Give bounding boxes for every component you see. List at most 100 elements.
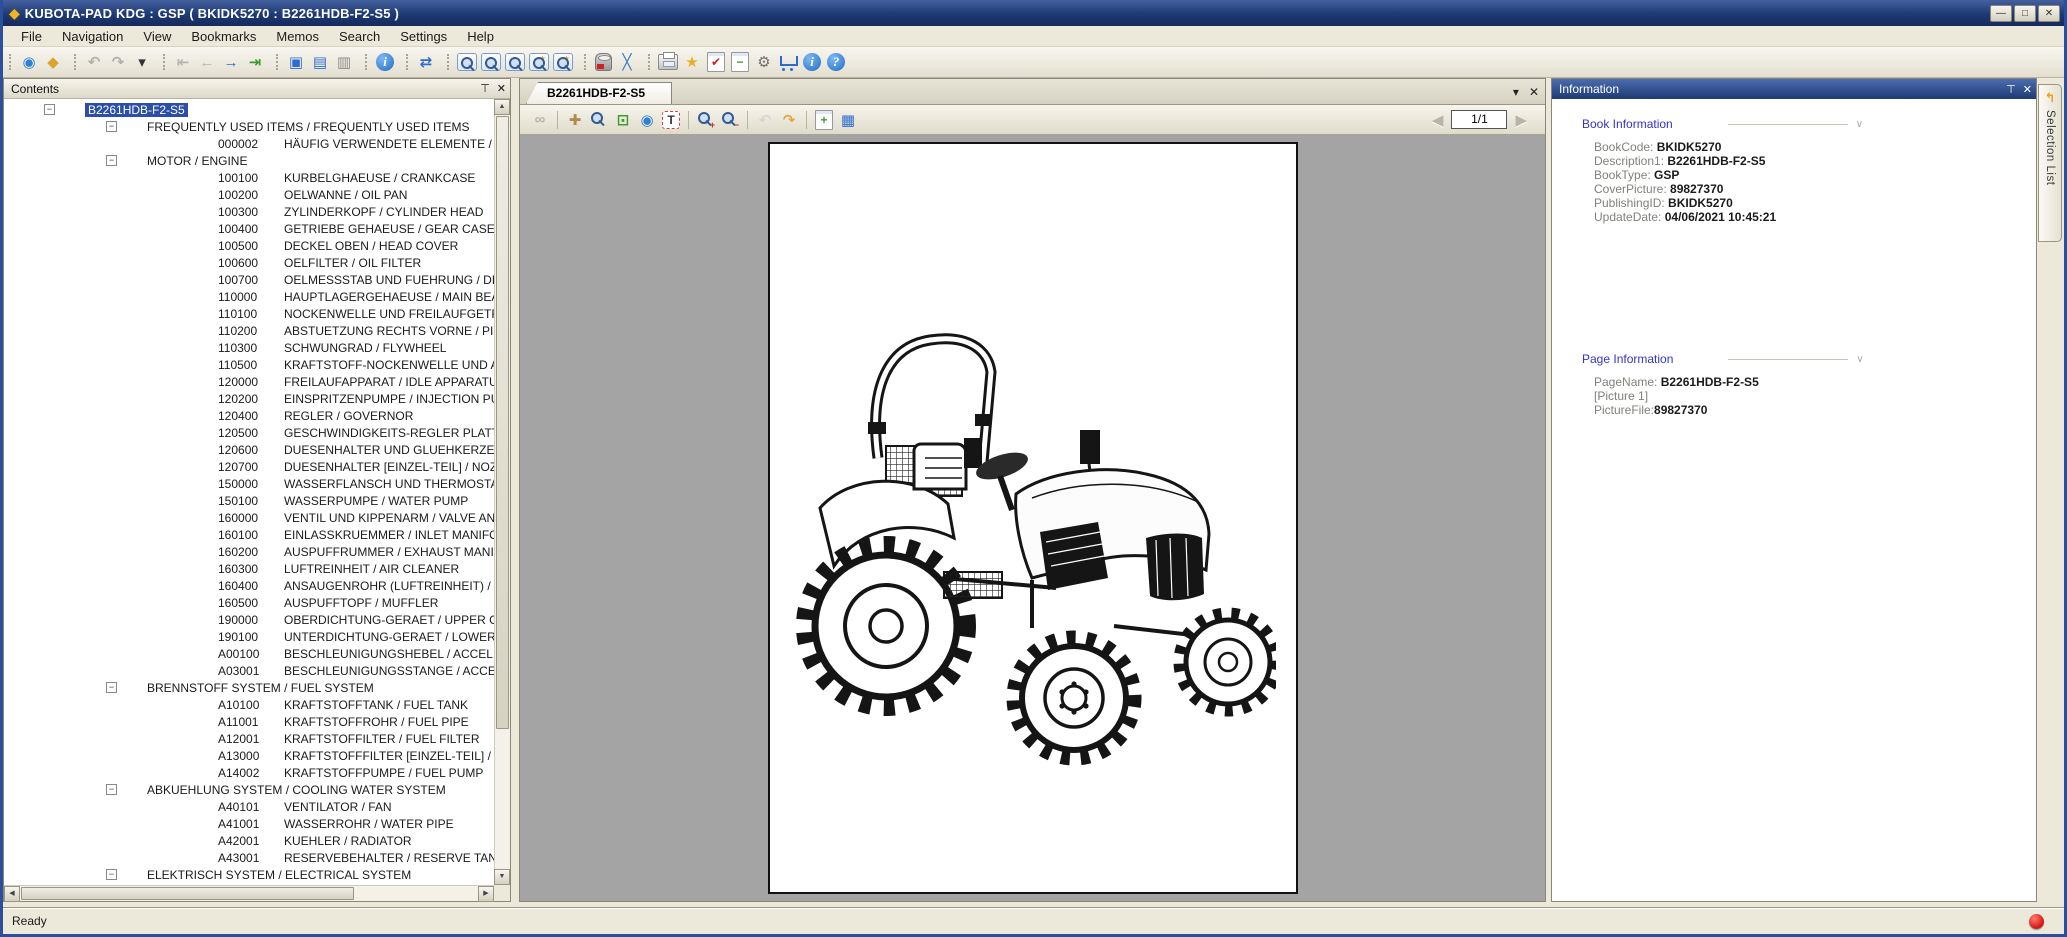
vertical-scrollbar[interactable]: ▲ ▼ [494,99,510,885]
menu-search[interactable]: Search [329,27,390,46]
last-page-icon[interactable]: ⇥ [244,51,266,73]
tree-item[interactable]: 160000VENTIL UND KIPPENARM / VALVE AND R… [4,509,494,526]
prev-page-icon[interactable]: ← [196,51,218,73]
tree-item[interactable]: −ELEKTRISCH SYSTEM / ELECTRICAL SYSTEM [4,866,494,883]
drawing-canvas[interactable] [520,135,1545,901]
minimize-button[interactable]: — [1990,5,2012,22]
tree-item[interactable]: 190100UNTERDICHTUNG-GERAET / LOWER GASKE… [4,628,494,645]
prev-page-arrow-icon[interactable]: ◀ [1432,111,1444,129]
tree-item[interactable]: 120000FREILAUFAPPARAT / IDLE APPARATUS [4,373,494,390]
maximize-button[interactable]: □ [2014,5,2036,22]
loupe-icon[interactable]: ◉ [636,109,658,131]
measure-icon[interactable]: ╳ [616,51,638,73]
search-figure-icon[interactable] [505,53,525,71]
text-select-icon[interactable]: T [662,111,680,129]
tree-item[interactable]: 120600DUESENHALTER UND GLUEHKERZE / NOZZ… [4,441,494,458]
tree-collapse-icon[interactable]: − [106,155,117,166]
next-page-arrow-icon[interactable]: ▶ [1515,111,1527,129]
menu-memos[interactable]: Memos [266,27,329,46]
help-icon[interactable]: ? [827,53,845,71]
pin-icon[interactable]: ⊤ [480,82,490,95]
chevron-down-icon[interactable]: ∨ [1856,354,1863,365]
switch-layout-icon[interactable]: ⇄ [415,51,437,73]
tree-item[interactable]: −MOTOR / ENGINE [4,152,494,169]
close-icon[interactable]: ✕ [2023,83,2032,96]
menu-settings[interactable]: Settings [390,27,457,46]
tab-close-icon[interactable]: ✕ [1529,85,1539,99]
print-icon[interactable] [658,54,678,70]
memo-delete-icon[interactable]: − [731,52,749,72]
find-parts-icon[interactable]: ∞ [529,109,551,131]
parts-page-view-icon[interactable]: ▣ [285,51,307,73]
close-icon[interactable]: ✕ [497,82,506,95]
redo-icon[interactable]: ↷ [107,51,129,73]
tree-item[interactable]: −BRENNSTOFF SYSTEM / FUEL SYSTEM [4,679,494,696]
menu-view[interactable]: View [133,27,181,46]
memo-add-icon[interactable]: ✔ [707,52,725,72]
page-information-title[interactable]: Page Information [1582,352,1673,366]
tree-item[interactable]: A11001KRAFTSTOFFROHR / FUEL PIPE [4,713,494,730]
first-page-icon[interactable]: ⇤ [172,51,194,73]
tree-item[interactable]: A03001BESCHLEUNIGUNGSSTANGE / ACCELERATO… [4,662,494,679]
tree-item[interactable]: 120700DUESENHALTER [EINZEL-TEIL] / NOZZL… [4,458,494,475]
page-information-icon[interactable]: i [376,53,394,71]
scroll-left-icon[interactable]: ◀ [4,886,20,902]
marquee-zoom-icon[interactable] [588,109,610,131]
page-indicator[interactable]: 1/1 [1451,110,1507,129]
parts-list-view-icon[interactable]: ▥ [333,51,355,73]
tree-item[interactable]: 120500GESCHWINDIGKEITS-REGLER PLATTE / S… [4,424,494,441]
tree-item[interactable]: −ABKUEHLUNG SYSTEM / COOLING WATER SYSTE… [4,781,494,798]
tree-item[interactable]: 150100WASSERPUMPE / WATER PUMP [4,492,494,509]
settings-tools-icon[interactable]: ⚙ [753,51,775,73]
tree-item[interactable]: 160400ANSAUGENROHR (LUFTREINHEIT) / INLE… [4,577,494,594]
search-bookmark-icon[interactable]: ★ [529,53,549,71]
tree-item[interactable]: 000002HÄUFIG VERWENDETE ELEMENTE / FREQU… [4,135,494,152]
parts-database-icon[interactable] [595,53,612,71]
book-information-title[interactable]: Book Information [1582,117,1673,131]
scroll-right-icon[interactable]: ▶ [478,886,494,902]
tree-collapse-icon[interactable]: − [106,682,117,693]
tree-item[interactable]: A14002KRAFTSTOFFPUMPE / FUEL PUMP [4,764,494,781]
tree-item[interactable]: 100200OELWANNE / OIL PAN [4,186,494,203]
tree-item[interactable]: 100700OELMESSSTAB UND FUEHRUNG / DIPSTIC… [4,271,494,288]
picture-view-icon[interactable]: ▤ [309,51,331,73]
selection-list-tab[interactable]: ↰ Selection List [2038,84,2062,242]
tree-item[interactable]: A41001WASSERROHR / WATER PIPE [4,815,494,832]
pan-hand-icon[interactable]: ✚ [564,109,586,131]
history-dropdown-icon[interactable]: ▾ [131,51,153,73]
hscroll-thumb[interactable] [21,887,354,900]
tree-item[interactable]: A13000KRAFTSTOFFFILTER [EINZEL-TEIL] / F… [4,747,494,764]
tree-item[interactable]: 190000OBERDICHTUNG-GERAET / UPPER GASKET… [4,611,494,628]
tree-item[interactable]: −FREQUENTLY USED ITEMS / FREQUENTLY USED… [4,118,494,135]
tree-item[interactable]: 110100NOCKENWELLE UND FREILAUFGETRIEBEWE… [4,305,494,322]
info-icon[interactable]: i [803,53,821,71]
menu-navigation[interactable]: Navigation [52,27,133,46]
zoom-out-icon[interactable]: − [719,109,741,131]
open-book-icon[interactable]: ◆ [42,51,64,73]
tree-item[interactable]: 100100KURBELGHAEUSE / CRANKCASE [4,169,494,186]
tab-list-dropdown-icon[interactable]: ▾ [1513,85,1519,99]
chevron-down-icon[interactable]: ∨ [1856,119,1863,130]
tree-item[interactable]: 110200ABSTUETZUNG RECHTS VORNE / PISTON … [4,322,494,339]
tree-item[interactable]: A00100BESCHLEUNIGUNGSHEBEL / ACCELERATOR… [4,645,494,662]
tree-item[interactable]: 160200AUSPUFFRUMMER / EXHAUST MANIFOLD [4,543,494,560]
tree-item[interactable]: 160100EINLASSKRUEMMER / INLET MANIFOLD [4,526,494,543]
search-parts-icon[interactable] [481,53,501,71]
tree-item[interactable]: A43001RESERVEBEHALTER / RESERVE TANK [4,849,494,866]
fit-page-icon[interactable]: ⊡ [612,109,634,131]
tree-item[interactable]: 100300ZYLINDERKOPF / CYLINDER HEAD [4,203,494,220]
diagram-page[interactable] [768,142,1298,894]
tree-item[interactable]: 160300LUFTREINHEIT / AIR CLEANER [4,560,494,577]
scroll-down-icon[interactable]: ▼ [494,869,510,885]
tree-item[interactable]: A10100KRAFTSTOFFTANK / FUEL TANK [4,696,494,713]
add-parts-list-icon[interactable]: + [815,110,833,130]
tree-collapse-icon[interactable]: − [106,784,117,795]
tree-collapse-icon[interactable]: − [106,869,117,880]
tree-item[interactable]: 150000WASSERFLANSCH UND THERMOSTAT / WAT… [4,475,494,492]
tree-item[interactable]: A12001KRAFTSTOFFILTER / FUEL FILTER [4,730,494,747]
panel-splitter[interactable] [511,78,519,907]
menu-bookmarks[interactable]: Bookmarks [181,27,266,46]
next-page-icon[interactable]: → [220,51,242,73]
tree-item[interactable]: 100500DECKEL OBEN / HEAD COVER [4,237,494,254]
tree-item[interactable]: 100600OELFILTER / OIL FILTER [4,254,494,271]
